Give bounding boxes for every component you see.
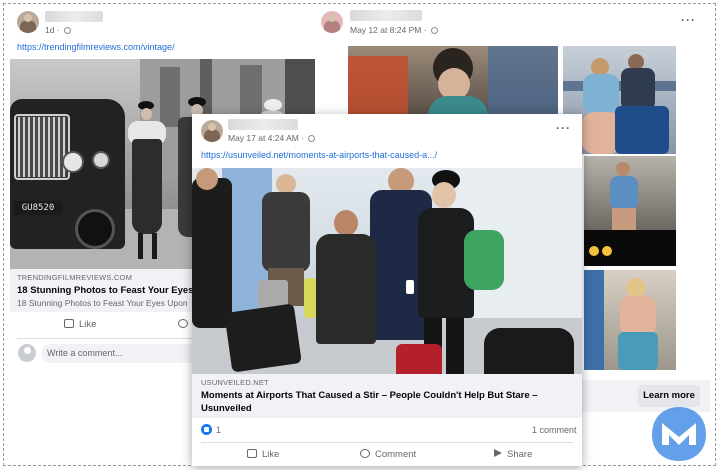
thumbs-up-icon [247, 449, 257, 458]
post-time[interactable]: May 12 at 8:24 PM · [350, 25, 438, 35]
comment-count[interactable]: 1 comment [532, 425, 577, 435]
blurred-page-name[interactable] [228, 119, 298, 130]
comment-icon [360, 449, 370, 458]
user-avatar-head-icon [24, 347, 31, 354]
collage-photo-top-left[interactable] [348, 46, 558, 116]
globe-icon [430, 27, 438, 34]
link-title-line-2: Usunveiled [201, 403, 252, 414]
blurred-page-name[interactable] [350, 10, 422, 21]
reaction-count[interactable]: 1 [216, 425, 221, 435]
avatar[interactable] [321, 11, 343, 33]
collage-photo-middle-right[interactable] [584, 156, 676, 230]
post-time[interactable]: 1d · [45, 25, 72, 35]
avatar[interactable] [17, 11, 39, 33]
blurred-page-name[interactable] [45, 11, 103, 22]
collage-photo-bottom-right[interactable] [584, 270, 676, 370]
laughing-emoji-icon [589, 246, 599, 256]
comment-button[interactable] [178, 319, 193, 330]
post-front: May 17 at 4:24 AM · ··· https://usunveil… [192, 114, 582, 466]
link-title: 18 Stunning Photos to Feast Your Eyes Up… [17, 285, 221, 296]
post-link[interactable]: https://usunveiled.net/moments-at-airpor… [201, 150, 571, 160]
link-domain: USUNVEILED.NET [201, 378, 269, 387]
share-button[interactable]: Share [494, 449, 532, 460]
globe-icon [64, 27, 72, 34]
comment-placeholder: Write a comment... [47, 348, 123, 358]
link-domain: TRENDINGFILMREVIEWS.COM [17, 273, 133, 282]
link-subtitle: 18 Stunning Photos to Feast Your Eyes Up… [17, 298, 188, 308]
globe-icon [308, 135, 316, 142]
divider [201, 442, 573, 443]
share-icon [494, 449, 502, 457]
avatar[interactable] [201, 120, 223, 142]
link-preview-caption[interactable]: USUNVEILED.NET Moments at Airports That … [192, 374, 582, 418]
comment-icon [178, 319, 188, 328]
more-options-button[interactable]: ··· [556, 121, 571, 135]
thumbs-up-icon [64, 319, 74, 328]
more-options-button[interactable]: ··· [681, 13, 696, 27]
like-button[interactable]: Like [64, 319, 96, 330]
post-link[interactable]: https://trendingfilmreviews.com/vintage/ [17, 42, 307, 52]
like-reaction-icon[interactable] [201, 424, 212, 435]
license-plate: GU8520 [14, 201, 62, 215]
malwarebytes-logo-icon [652, 407, 706, 461]
comment-button[interactable]: Comment [360, 449, 416, 460]
post-time[interactable]: May 17 at 4:24 AM · [228, 133, 316, 143]
airport-photo[interactable] [192, 168, 582, 374]
laughing-emoji-icon [602, 246, 612, 256]
link-title: Moments at Airports That Caused a Stir –… [201, 390, 538, 401]
like-button[interactable]: Like [247, 449, 279, 460]
learn-more-button[interactable]: Learn more [638, 385, 700, 407]
